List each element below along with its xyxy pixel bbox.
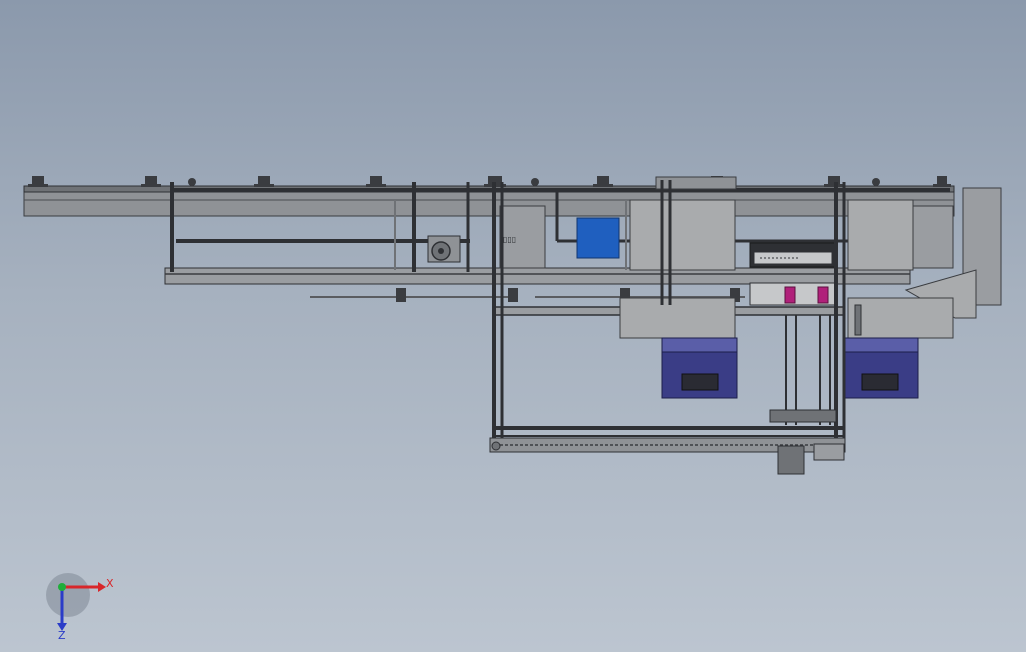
bottom-wheel-left [491,441,501,451]
x-arrowhead-icon [98,582,106,592]
mid-panel-left [619,297,736,339]
vertical-rod [854,304,862,336]
center-housing-top [655,176,737,190]
x-axis-label: X [106,577,114,590]
bin-right [844,337,919,399]
bottom-end-block [813,443,845,461]
center-housing [629,199,736,271]
magenta-actuator-2 [817,286,829,304]
bottom-bracket [769,409,837,423]
mid-panel-right [847,297,954,339]
y-axis-icon [58,583,66,591]
magenta-actuator-1 [784,286,796,304]
cad-graphics-viewport[interactable]: ▯▯▯ X Z [0,0,1026,652]
bottom-drive [777,445,805,475]
blue-cabinet [576,217,620,259]
orientation-triad: X Z [46,573,114,640]
conveyor-assembly-model[interactable]: ▯▯▯ [0,0,1026,652]
top-support-pads [28,176,951,187]
triad-shadow [46,573,90,617]
motor-hub [438,248,444,254]
z-axis-label: Z [58,629,66,640]
lower-beam [164,267,911,285]
right-panel [912,205,954,269]
right-housing [847,199,914,271]
bin-left [661,337,738,399]
control-box-mark: ▯▯▯ [503,235,516,244]
